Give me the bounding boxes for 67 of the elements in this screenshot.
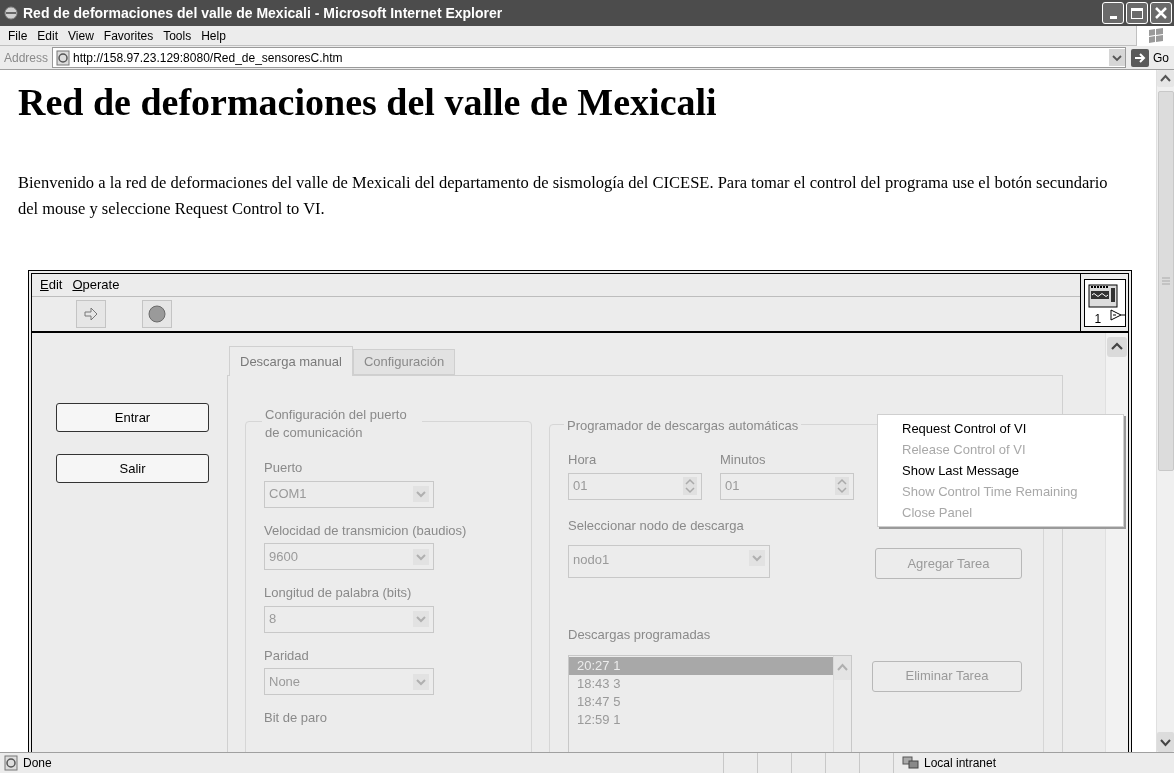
browser-icon [3, 5, 19, 21]
menu-item[interactable]: View [64, 26, 98, 45]
context-menu-item[interactable]: Request Control of VI [878, 418, 1123, 439]
spin-arrows-icon[interactable] [683, 477, 697, 495]
list-item[interactable]: 20:27 1 [569, 656, 833, 675]
grip-icon [1161, 277, 1170, 285]
vi-number: 1 [1094, 311, 1102, 326]
dropdown-field[interactable]: None [264, 668, 434, 695]
scroll-up-icon[interactable] [1157, 70, 1174, 87]
dropdown-field[interactable]: COM1 [264, 480, 434, 508]
run-button[interactable] [76, 300, 106, 328]
scroll-down-icon[interactable] [1157, 732, 1174, 752]
address-field[interactable]: http://158.97.23.129:8080/Red_de_sensoresC.htm [52, 47, 1126, 68]
panel-button[interactable]: Entrar [56, 403, 209, 432]
arrow-right-icon [1131, 48, 1149, 67]
context-menu-item[interactable]: Show Last Message [878, 460, 1123, 481]
list-item[interactable]: 12:59 1 [569, 710, 833, 729]
window-title: Red de deformaciones del valle de Mexicali - Microsoft Internet Explorer [23, 3, 504, 23]
page-heading: Red de deformaciones del valle de Mexicali [18, 80, 718, 124]
page-scrollbar[interactable] [1156, 70, 1174, 752]
windows-flag-icon [1146, 27, 1165, 44]
field-label: Minutos [720, 451, 767, 469]
field-label: Longitud de palabra (bits) [264, 584, 413, 602]
close-icon [1154, 6, 1168, 20]
arrow-right-icon [83, 306, 99, 322]
panel-menu-item[interactable]: Operate [72, 275, 120, 295]
spinner-field[interactable]: 01 [720, 472, 854, 500]
page-icon [55, 49, 72, 66]
intro-paragraph: Bienvenido a la red de deformaciones del valle de Mexicali del departamento de sismología del CICESE. Para tomar el control del programa use el botón secundario del mouse y seleccione Request Control to VI. [18, 172, 1109, 220]
menu-item[interactable]: File [4, 26, 32, 45]
dropdown-field[interactable]: nodo1 [568, 545, 770, 578]
menu-item[interactable]: Favorites [99, 26, 158, 45]
menu-item[interactable]: Tools [159, 26, 196, 45]
dropdown-field[interactable]: 8 [264, 605, 434, 633]
scroll-thumb[interactable] [1157, 91, 1174, 471]
field-label: Hora [568, 451, 598, 469]
status-text: Done [23, 755, 53, 772]
panel-button[interactable]: Salir [56, 454, 209, 483]
stop-circle-icon [148, 305, 166, 323]
list-item[interactable]: 18:47 5 [569, 692, 833, 711]
menu-item[interactable]: Edit [33, 26, 63, 45]
dropdown-field[interactable]: 9600 [264, 543, 434, 570]
field-label: Descargas programadas [568, 626, 712, 644]
go-button[interactable]: Go [1126, 48, 1174, 67]
remove-task-button[interactable]: Eliminar Tarea [872, 660, 1022, 692]
field-label: Velocidad de transmicion (baudios) [264, 521, 468, 540]
menu-item[interactable]: Help [197, 26, 230, 45]
list-item[interactable]: 18:43 3 [569, 674, 833, 693]
tab[interactable]: Descarga manual [229, 346, 353, 376]
add-task-button[interactable]: Agregar Tarea [875, 548, 1022, 579]
maximize-button[interactable] [1126, 2, 1148, 24]
address-label: Address [3, 49, 50, 67]
scroll-up-icon[interactable] [1107, 337, 1127, 357]
zone-text: Local intranet [924, 755, 997, 772]
page-icon [3, 755, 19, 771]
field-label: Bit de paro [264, 709, 328, 727]
panel-menu-item[interactable]: Edit [40, 275, 63, 295]
spinner-field[interactable]: 01 [568, 472, 702, 500]
monitor-icon [1087, 283, 1118, 308]
field-label: Seleccionar nodo de descarga [568, 516, 745, 535]
spin-arrows-icon[interactable] [835, 477, 849, 495]
tab[interactable]: Configuración [352, 349, 456, 375]
field-label: Paridad [264, 646, 310, 665]
minimize-button[interactable] [1102, 2, 1124, 24]
close-button[interactable] [1150, 2, 1172, 24]
stop-button[interactable] [142, 300, 172, 328]
field-label: Puerto [264, 459, 304, 477]
